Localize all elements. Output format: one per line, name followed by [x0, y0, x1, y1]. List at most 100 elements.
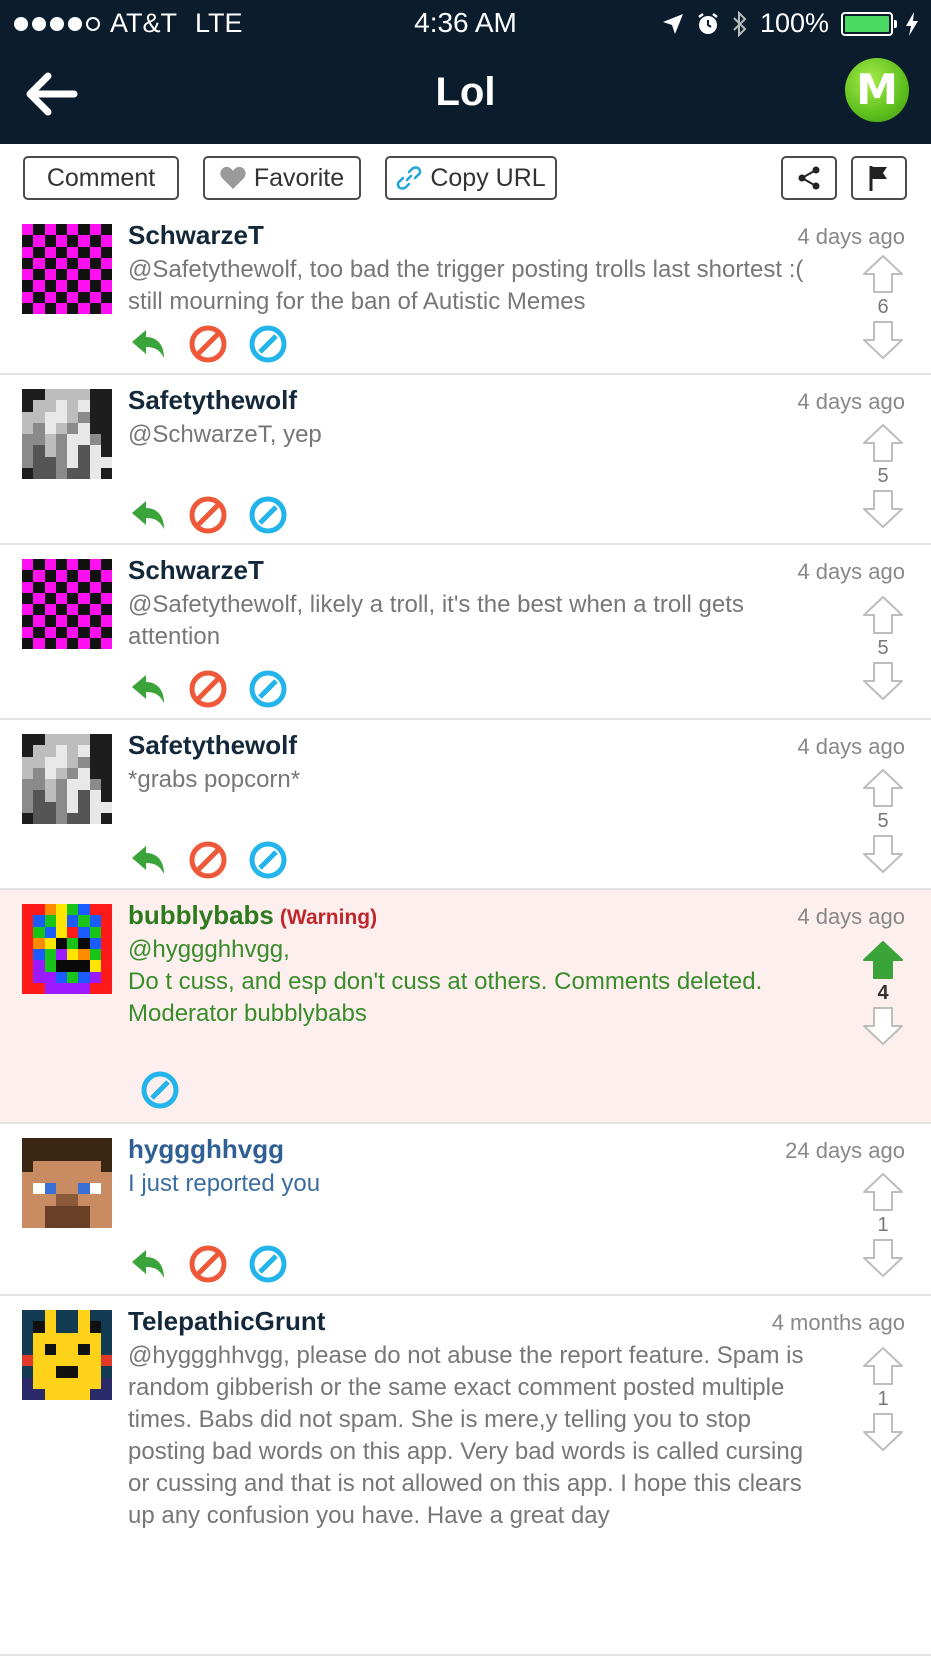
comment-text: @hyggghhvgg, please do not abuse the rep…: [128, 1342, 804, 1529]
vote-count: 5: [877, 810, 889, 832]
share-icon: [798, 166, 820, 190]
report-icon[interactable]: [140, 1070, 180, 1110]
username-label: Safetythewolf: [128, 385, 298, 415]
reply-icon[interactable]: [128, 1244, 168, 1284]
username-label: SchwarzeT: [128, 220, 264, 250]
downvote-arrow-icon[interactable]: [861, 1412, 905, 1452]
avatar[interactable]: [22, 1138, 112, 1228]
block-icon[interactable]: [188, 495, 228, 535]
vote-control: 5: [861, 423, 905, 529]
report-icon[interactable]: [248, 495, 288, 535]
vote-control: 4: [861, 940, 905, 1046]
upvote-arrow-icon[interactable]: [861, 595, 905, 635]
comment-username[interactable]: bubblybabs (Warning): [128, 900, 377, 931]
comment-actions: [128, 1244, 288, 1284]
comment-actions: [128, 324, 288, 364]
comment-text: @hyggghhvgg, Do t cuss, and esp don't cu…: [128, 936, 763, 1027]
battery-fill: [845, 15, 889, 32]
vote-count: 1: [877, 1214, 889, 1236]
downvote-arrow-icon[interactable]: [861, 1006, 905, 1046]
report-icon[interactable]: [248, 324, 288, 364]
comment-username[interactable]: hyggghhvgg: [128, 1134, 284, 1165]
username-label: hyggghhvgg: [128, 1134, 284, 1164]
upvote-arrow-icon[interactable]: [861, 768, 905, 808]
avatar[interactable]: [22, 389, 112, 479]
bluetooth-icon: [733, 10, 747, 37]
downvote-arrow-icon[interactable]: [861, 1238, 905, 1278]
downvote-arrow-icon[interactable]: [861, 661, 905, 701]
comment-username[interactable]: SchwarzeT: [128, 220, 264, 251]
upvote-arrow-icon[interactable]: [861, 1172, 905, 1212]
vote-control: 5: [861, 595, 905, 701]
page-title: Lol: [435, 70, 496, 114]
block-icon[interactable]: [188, 1244, 228, 1284]
avatar[interactable]: [22, 559, 112, 649]
block-icon[interactable]: [188, 324, 228, 364]
upvote-arrow-icon[interactable]: [861, 1346, 905, 1386]
block-icon[interactable]: [188, 840, 228, 880]
reply-icon[interactable]: [128, 324, 168, 364]
comment-username[interactable]: SchwarzeT: [128, 555, 264, 586]
comment-timestamp: 24 days ago: [785, 1138, 905, 1163]
comment-username[interactable]: Safetythewolf: [128, 730, 297, 761]
comment-username[interactable]: Safetythewolf: [128, 385, 297, 416]
comment-timestamp: 4 days ago: [797, 559, 905, 584]
report-icon[interactable]: [248, 840, 288, 880]
reply-icon[interactable]: [128, 669, 168, 709]
block-icon[interactable]: [188, 669, 228, 709]
comment-text: @Safetythewolf, too bad the trigger post…: [128, 256, 804, 315]
battery-percent: 100%: [759, 8, 829, 38]
status-right: 100%: [662, 8, 919, 39]
comment-button[interactable]: Comment: [23, 156, 179, 200]
upvote-arrow-icon[interactable]: [861, 254, 905, 294]
avatar[interactable]: [22, 224, 112, 314]
comment-item: TelepathicGrunt 4 months ago @hyggghhvgg, …: [0, 1296, 931, 1656]
action-toolbar: Comment Favorite Copy URL: [0, 144, 931, 210]
flag-button[interactable]: [851, 156, 907, 200]
upvote-arrow-icon[interactable]: [861, 940, 905, 980]
app-logo-icon[interactable]: M: [845, 58, 909, 122]
location-arrow-icon: [662, 13, 683, 34]
favorite-button[interactable]: Favorite: [203, 156, 361, 200]
comment-timestamp: 4 days ago: [797, 904, 905, 929]
comment-timestamp: 4 months ago: [771, 1310, 905, 1335]
downvote-arrow-icon[interactable]: [861, 320, 905, 360]
heart-icon: [220, 166, 246, 189]
username-label: bubblybabs: [128, 900, 274, 930]
vote-control: 5: [861, 768, 905, 874]
comment-text: *grabs popcorn*: [128, 766, 301, 793]
share-button[interactable]: [781, 156, 837, 200]
avatar[interactable]: [22, 734, 112, 824]
nav-bar: Lol M: [0, 46, 931, 144]
vote-count: 6: [877, 296, 889, 318]
comment-item: bubblybabs (Warning) 4 days ago @hyggghhvgg…: [0, 890, 931, 1124]
reply-icon[interactable]: [128, 840, 168, 880]
downvote-arrow-icon[interactable]: [861, 834, 905, 874]
username-label: Safetythewolf: [128, 730, 298, 760]
alarm-icon: [698, 12, 718, 34]
vote-control: 1: [861, 1172, 905, 1278]
comment-item: Safetythewolf 4 days ago @SchwarzeT, yep 5: [0, 375, 931, 545]
comment-timestamp: 4 days ago: [797, 389, 905, 414]
comment-item: SchwarzeT 4 days ago @Safetythewolf, likel…: [0, 545, 931, 720]
link-icon: [396, 166, 422, 190]
report-icon[interactable]: [248, 1244, 288, 1284]
avatar[interactable]: [22, 904, 112, 994]
favorite-button-label: Favorite: [253, 163, 345, 192]
upvote-arrow-icon[interactable]: [861, 423, 905, 463]
downvote-arrow-icon[interactable]: [861, 489, 905, 529]
report-icon[interactable]: [248, 669, 288, 709]
comment-username[interactable]: TelepathicGrunt: [128, 1306, 325, 1337]
username-label: TelepathicGrunt: [128, 1306, 326, 1336]
username-label: SchwarzeT: [128, 555, 264, 585]
vote-control: 6: [861, 254, 905, 360]
comment-actions: [128, 840, 288, 880]
comment-item: SchwarzeT 4 days ago @Safetythewolf, too b…: [0, 210, 931, 375]
comment-text: @SchwarzeT, yep: [128, 421, 322, 448]
copy-url-button[interactable]: Copy URL: [385, 156, 557, 200]
avatar[interactable]: [22, 1310, 112, 1400]
flag-icon: [869, 166, 887, 191]
reply-icon[interactable]: [128, 495, 168, 535]
charging-bolt-icon: [906, 11, 918, 36]
comment-item: hyggghhvgg 24 days ago I just reported you…: [0, 1124, 931, 1296]
